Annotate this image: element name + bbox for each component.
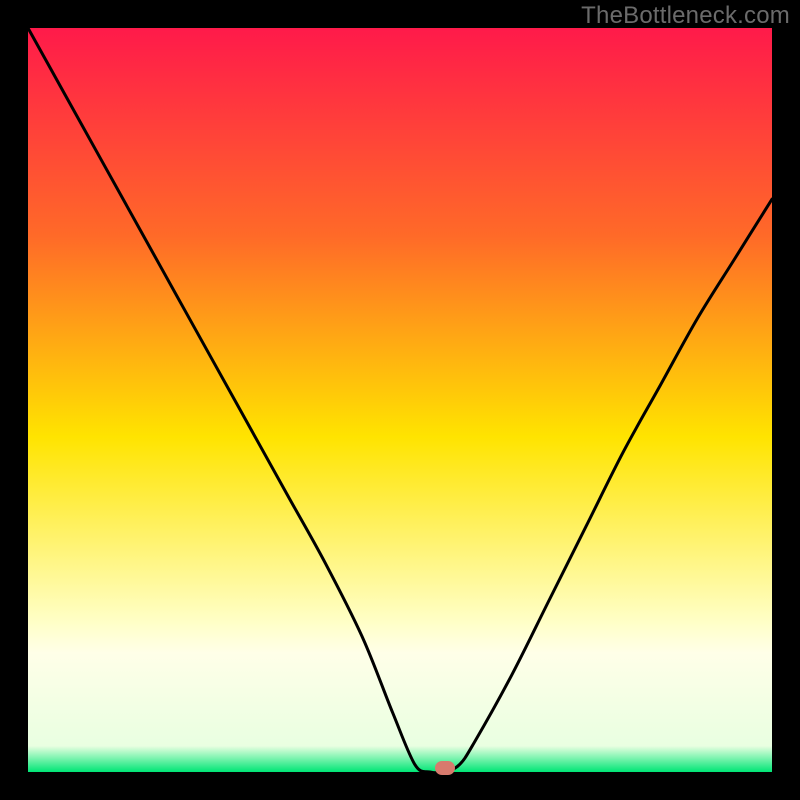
optimal-marker: [435, 761, 455, 775]
chart-frame: TheBottleneck.com: [0, 0, 800, 800]
plot-area: [28, 28, 772, 772]
bottleneck-curve: [28, 28, 772, 772]
watermark-text: TheBottleneck.com: [581, 2, 790, 30]
